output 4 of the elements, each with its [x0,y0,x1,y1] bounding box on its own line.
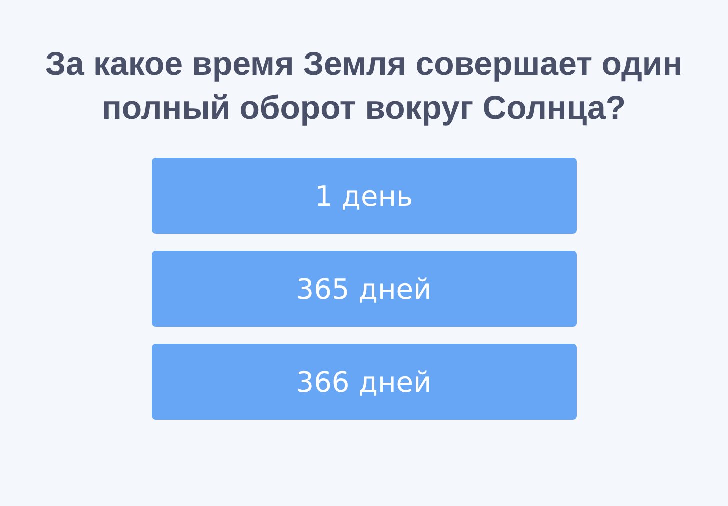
answer-button[interactable]: 1 день [152,158,576,234]
answer-button[interactable]: 366 дней [152,344,576,420]
answer-button[interactable]: 365 дней [152,251,576,327]
question-text: За какое время Земля совершает один полный оборот вокруг Солнца? [44,44,684,128]
